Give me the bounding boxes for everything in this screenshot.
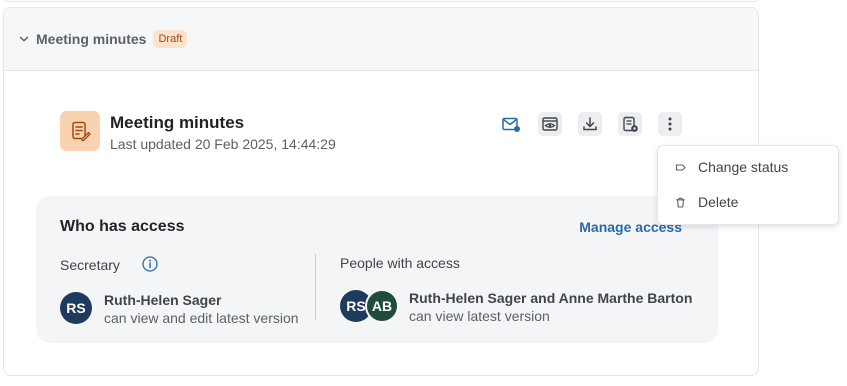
document-icon [60, 111, 100, 151]
secretary-permission: can view and edit latest version [104, 310, 299, 326]
tag-icon [674, 161, 686, 173]
panel-header[interactable]: Meeting minutes Draft [4, 8, 758, 71]
people-permission: can view latest version [409, 308, 550, 324]
download-icon[interactable] [578, 112, 602, 136]
secretary-name: Ruth-Helen Sager [104, 292, 222, 308]
access-card: Who has access Manage access Secretary R… [36, 196, 718, 343]
menu-item-label: Delete [698, 194, 739, 210]
avatar: RS [60, 292, 92, 324]
preview-icon[interactable] [538, 112, 562, 136]
avatar: AB [365, 289, 399, 323]
trash-icon [674, 196, 686, 208]
options-menu: Change status Delete [657, 145, 839, 225]
info-icon[interactable] [142, 256, 158, 272]
document-settings-icon[interactable] [618, 112, 642, 136]
menu-item-change-status[interactable]: Change status [658, 150, 838, 184]
access-title: Who has access [60, 218, 185, 235]
more-options-icon[interactable] [658, 112, 682, 136]
people-with-access-label: People with access [340, 255, 460, 271]
people-names: Ruth-Helen Sager and Anne Marthe Barton [409, 290, 693, 306]
document-title: Meeting minutes [110, 113, 245, 132]
mail-icon[interactable] [499, 112, 523, 136]
section-title: Meeting minutes [36, 31, 147, 47]
last-updated-text: Last updated 20 Feb 2025, 14:44:29 [110, 136, 336, 152]
chevron-down-icon[interactable] [18, 33, 30, 45]
previous-panel-edge [4, 0, 758, 2]
menu-item-delete[interactable]: Delete [658, 185, 838, 219]
secretary-label: Secretary [60, 257, 120, 273]
divider [315, 254, 316, 320]
status-badge: Draft [153, 30, 188, 48]
menu-item-label: Change status [698, 159, 789, 175]
